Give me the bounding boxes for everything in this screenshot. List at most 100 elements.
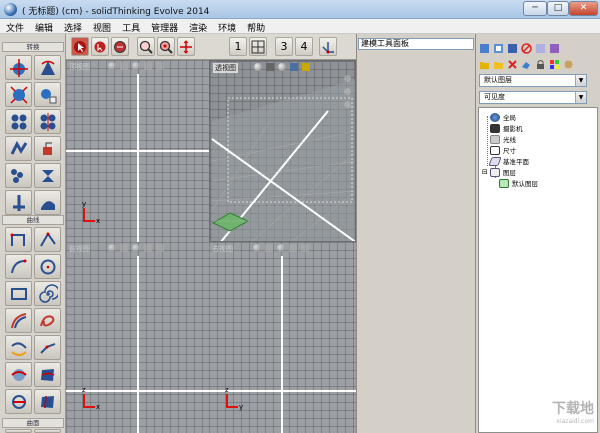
eraser-icon[interactable]: [521, 59, 532, 70]
axis-triad-h: [226, 406, 238, 408]
front-viewport[interactable]: 前视图 z x: [66, 242, 209, 433]
three-view-button[interactable]: 3: [275, 37, 293, 56]
layer-purple-icon[interactable]: [549, 43, 560, 54]
extra-transform-button[interactable]: [34, 190, 61, 215]
axis-gizmo-button[interactable]: [319, 37, 337, 56]
select-arrow-button[interactable]: [71, 37, 89, 56]
menu-render[interactable]: 渲染: [183, 19, 212, 34]
tree-item-default-layer[interactable]: 默认图层: [499, 177, 538, 189]
close-button[interactable]: ✕: [569, 1, 598, 16]
tool-palette: 转换 曲线 曲面: [0, 34, 66, 433]
minimize-button[interactable]: ─: [523, 1, 547, 16]
menu-view[interactable]: 视图: [87, 19, 116, 34]
axis-y-label: y: [239, 403, 244, 411]
menu-manager[interactable]: 管理器: [145, 19, 183, 34]
blend-curve-button[interactable]: [5, 335, 32, 360]
visibility-dropdown[interactable]: 可见度 ▼: [479, 91, 587, 104]
loop-curve-button[interactable]: [34, 308, 61, 333]
pivot-tool-button[interactable]: [5, 190, 32, 215]
rotate-cone-icon: [40, 60, 55, 75]
section-curves-header[interactable]: 曲线: [2, 215, 64, 225]
arc-curve-button[interactable]: [5, 254, 32, 279]
zoom-selection-button[interactable]: [157, 37, 175, 56]
pan-view-button[interactable]: [177, 37, 195, 56]
globe-icon: [490, 112, 500, 122]
split-view-button[interactable]: [249, 37, 267, 56]
surface-tool-button-2[interactable]: [34, 429, 61, 433]
delete-icon[interactable]: [507, 59, 518, 70]
scale-tool-button[interactable]: [5, 82, 32, 107]
perspective-side-icons: [342, 75, 352, 108]
loop-curve-icon: [39, 314, 54, 326]
single-view-button[interactable]: 1: [229, 37, 247, 56]
folder-icon[interactable]: [479, 59, 490, 70]
array-tool-button[interactable]: [5, 109, 32, 134]
offset-curve-button[interactable]: [5, 308, 32, 333]
project-curve-button[interactable]: [5, 362, 32, 387]
layers-icon: [120, 244, 128, 252]
fillet-curve-button[interactable]: [34, 335, 61, 360]
spiral-curve-button[interactable]: [34, 281, 61, 306]
layer-dropdown[interactable]: 默认图层 ▼: [479, 74, 587, 87]
scale-sphere-icon: [9, 85, 28, 104]
bezier-curve-button[interactable]: [34, 227, 61, 252]
paint-bucket-icon: [42, 142, 52, 155]
top-viewport[interactable]: 顶视图 y x: [66, 60, 209, 242]
no-entry-icon[interactable]: [521, 43, 532, 54]
color-palette-icon[interactable]: [549, 59, 560, 70]
mirror-tool-button[interactable]: [34, 109, 61, 134]
menu-tools[interactable]: 工具: [116, 19, 145, 34]
isoparm-curve-icon: [40, 395, 54, 408]
window-title: ( 无标题) (cm) - solidThinking Evolve 2014: [22, 7, 210, 17]
select-region-button[interactable]: [91, 37, 109, 56]
select-chain-icon: [114, 40, 126, 53]
snap-tool-button[interactable]: [5, 163, 32, 188]
viewport-icon-strip: [108, 62, 164, 72]
move-tool-button[interactable]: [5, 55, 32, 80]
menu-edit[interactable]: 编辑: [29, 19, 58, 34]
layer-copy-icon[interactable]: [507, 43, 518, 54]
surface-curve-button[interactable]: [34, 362, 61, 387]
lock-icon[interactable]: [535, 59, 546, 70]
four-view-button[interactable]: 4: [295, 37, 313, 56]
section-surfaces-header[interactable]: 曲面: [2, 418, 64, 428]
twist-shape-icon: [41, 169, 54, 182]
perspective-viewport[interactable]: 透视图: [209, 60, 356, 242]
axis-x-label: x: [96, 217, 101, 225]
twist-tool-button[interactable]: [34, 163, 61, 188]
offset-curve-icon: [10, 312, 26, 328]
rectangle-curve-button[interactable]: [5, 281, 32, 306]
intersect-curve-button[interactable]: [5, 389, 32, 414]
layer-filter-icon[interactable]: [535, 43, 546, 54]
axis-triad-xy: y x: [82, 200, 101, 228]
surface-tool-button[interactable]: [5, 429, 32, 433]
array-spheres-icon: [11, 114, 26, 129]
deform-tool-button[interactable]: [5, 136, 32, 161]
dimension-icon: [490, 145, 500, 155]
settings-icon[interactable]: [563, 59, 574, 70]
select-chain-button[interactable]: [111, 37, 129, 56]
object-browser-panel: 默认图层 ▼ 可见度 ▼ 全局 摄影机 光线 尺寸 基准平面 ⊟ 图层 默认图层: [476, 34, 600, 433]
circle-curve-button[interactable]: [34, 254, 61, 279]
layers-icon: [120, 62, 128, 70]
paint-tool-button[interactable]: [34, 136, 61, 161]
open-folder-icon[interactable]: [493, 59, 504, 70]
section-transform-header[interactable]: 转换: [2, 42, 64, 52]
layer-stack-icon[interactable]: [493, 43, 504, 54]
menu-help[interactable]: 帮助: [241, 19, 270, 34]
menu-environment[interactable]: 环境: [212, 19, 241, 34]
rotate-tool-button[interactable]: [34, 55, 61, 80]
menu-file[interactable]: 文件: [0, 19, 29, 34]
light-icon: [277, 244, 285, 252]
menu-select[interactable]: 选择: [58, 19, 87, 34]
isoparm-curve-button[interactable]: [34, 389, 61, 414]
zoom-extent-button[interactable]: [137, 37, 155, 56]
tree-item-label: 尺寸: [503, 147, 516, 155]
collapse-toggle-icon[interactable]: ⊟: [482, 168, 488, 176]
right-viewport[interactable]: 右视图 z y: [209, 242, 356, 433]
maximize-button[interactable]: □: [547, 1, 569, 16]
align-tool-button[interactable]: [34, 82, 61, 107]
line-curve-button[interactable]: [5, 227, 32, 252]
viewport-icon-strip: [253, 244, 309, 254]
layer-new-icon[interactable]: [479, 43, 490, 54]
